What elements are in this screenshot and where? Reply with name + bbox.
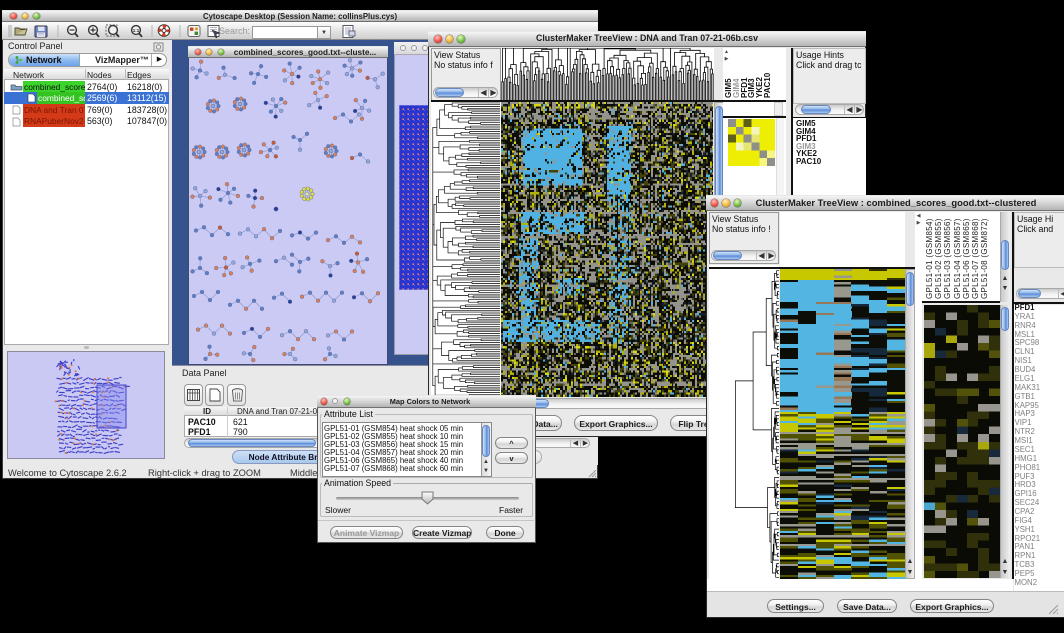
svg-text:1:1: 1:1 xyxy=(133,28,140,33)
